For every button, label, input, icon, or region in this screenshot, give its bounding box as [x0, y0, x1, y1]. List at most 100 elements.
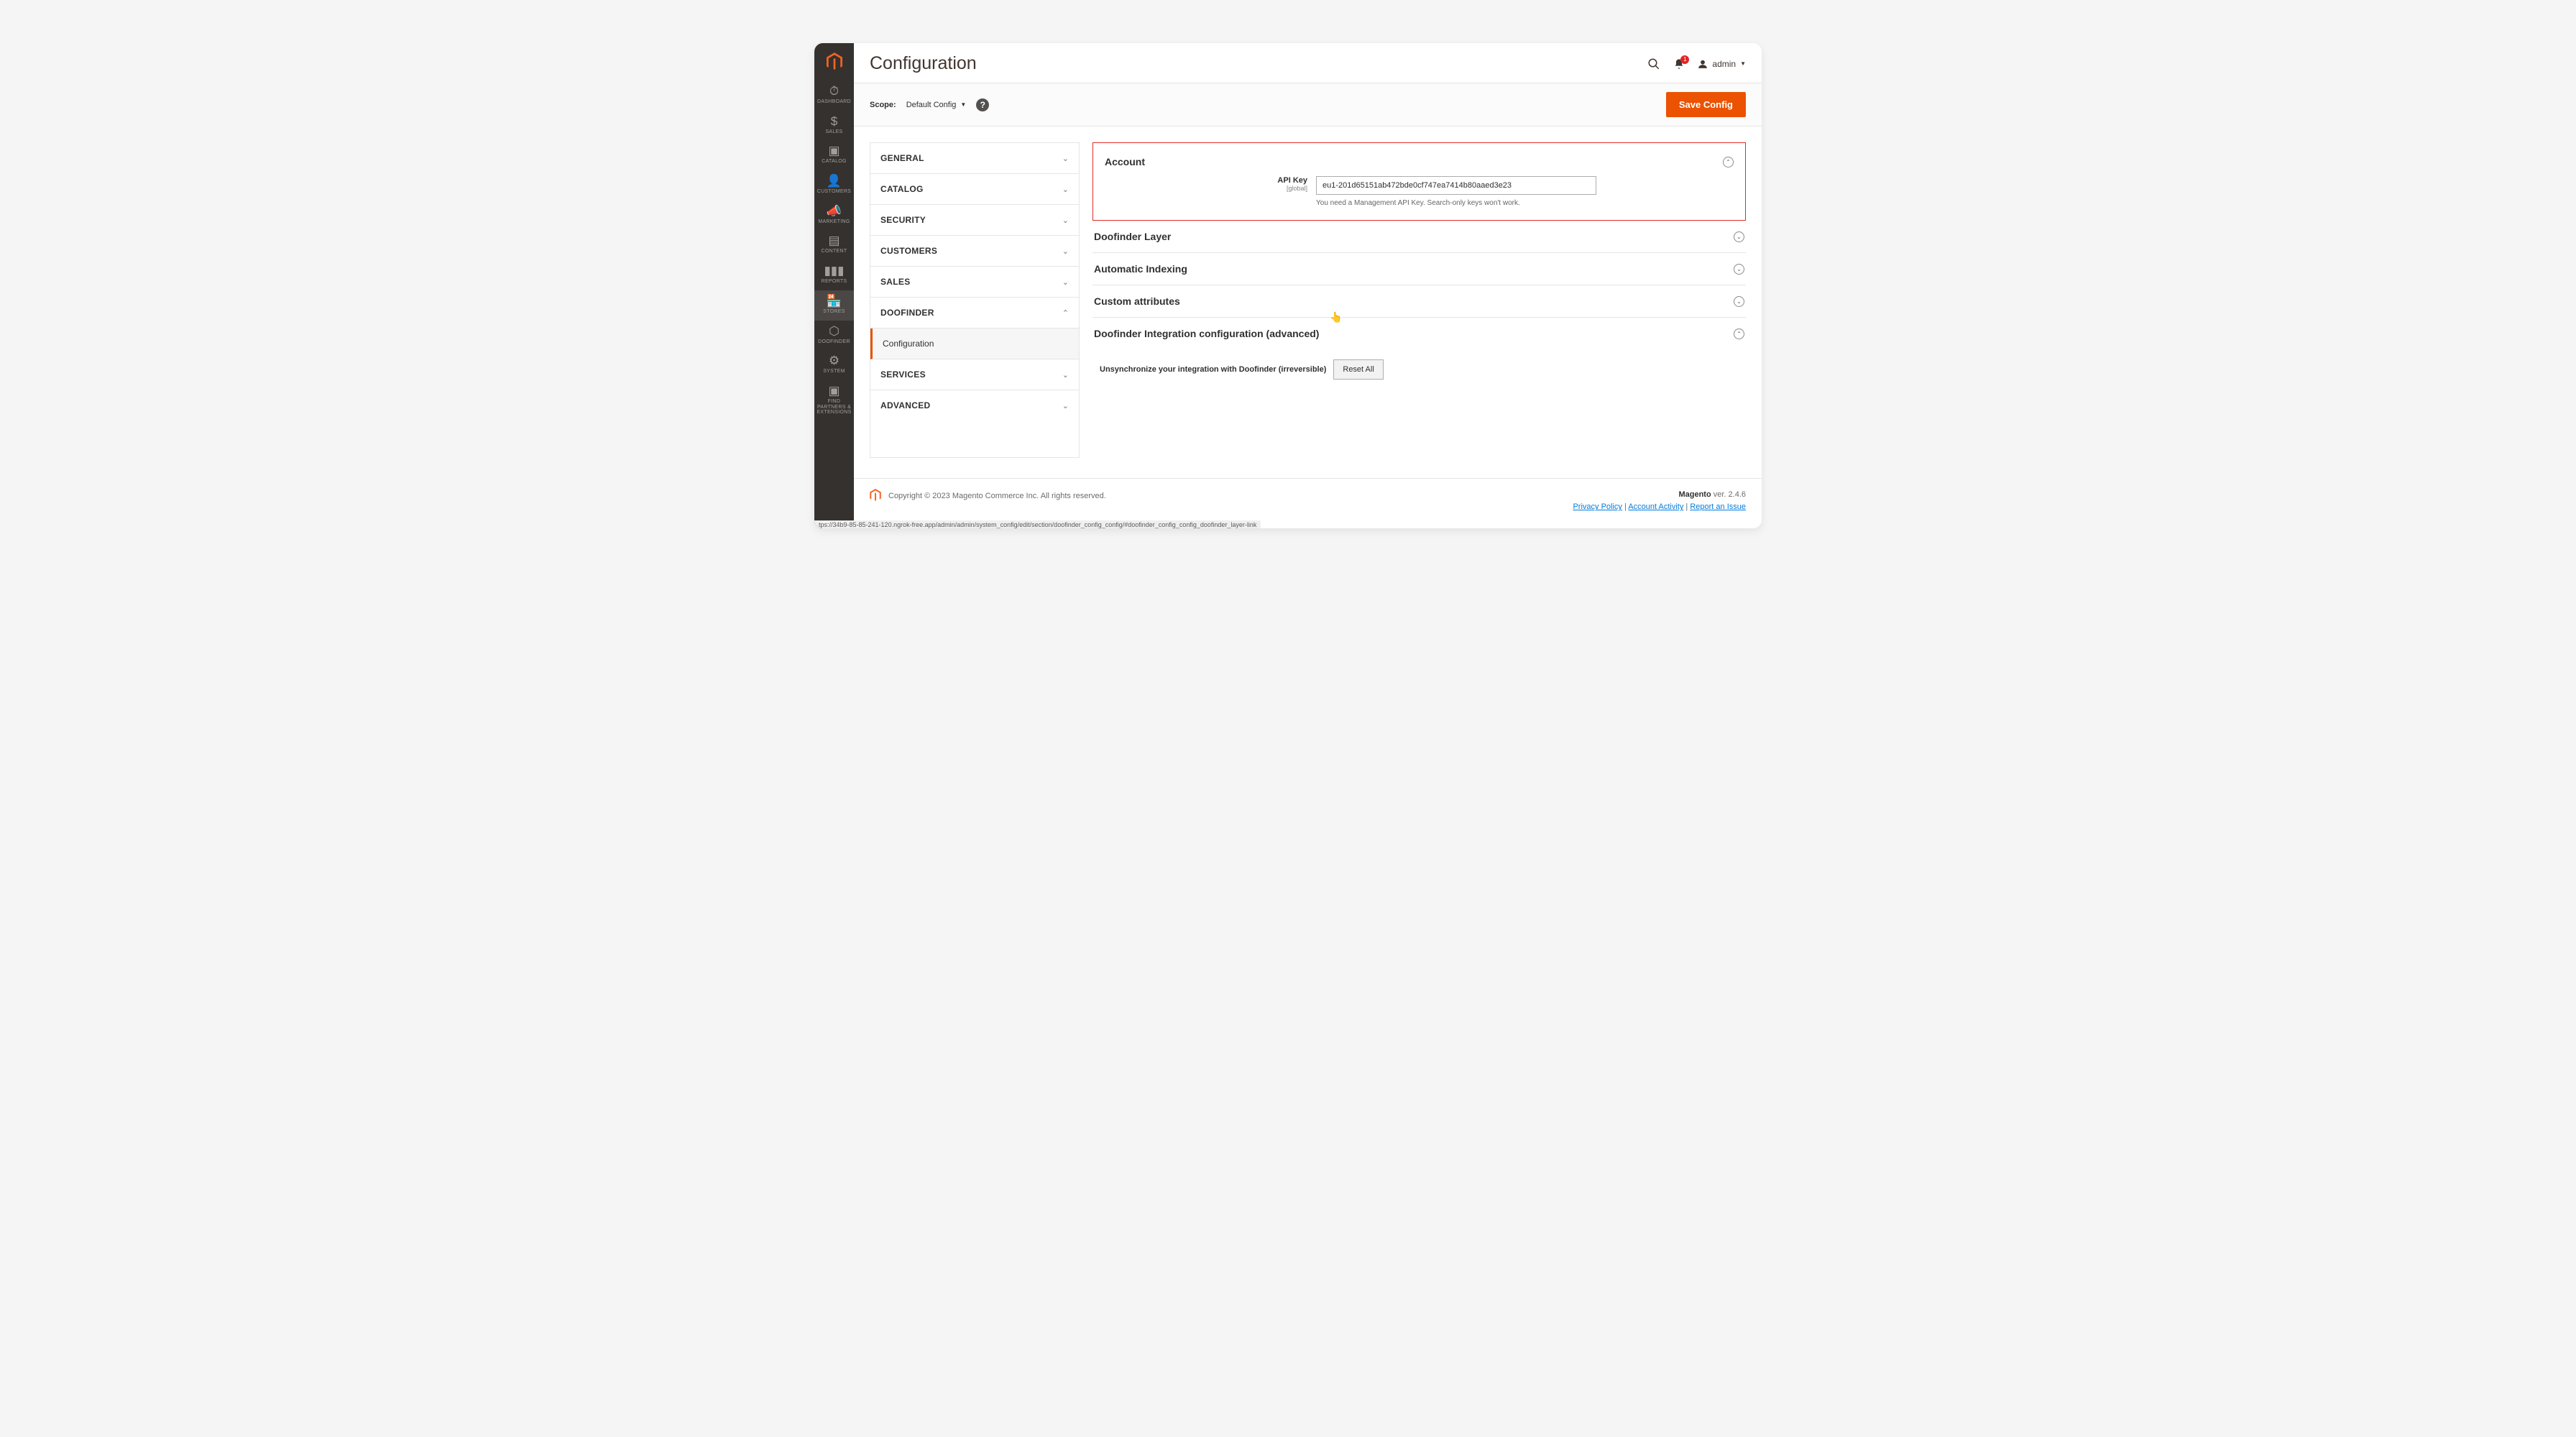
settings-panels: Account ⌃ API Key [global] You need a Ma…: [1092, 142, 1746, 458]
tree-section-label: CUSTOMERS: [880, 246, 937, 256]
sidebar-item-reports[interactable]: ▮▮▮ REPORTS: [814, 260, 854, 290]
api-key-input[interactable]: [1316, 176, 1596, 195]
sidebar-item-stores[interactable]: 🏪 STORES: [814, 290, 854, 321]
advanced-integration-panel-toggle[interactable]: Doofinder Integration configuration (adv…: [1092, 318, 1746, 349]
magento-logo[interactable]: [814, 43, 854, 81]
api-key-label: API Key: [1105, 176, 1307, 185]
account-activity-link[interactable]: Account Activity: [1628, 502, 1683, 511]
sidebar-item-sales[interactable]: $SALES: [814, 111, 854, 141]
chevron-up-icon: ⌃: [1062, 308, 1069, 318]
sidebar-item-customers[interactable]: 👤CUSTOMERS: [814, 170, 854, 201]
chevron-down-icon: ▼: [1740, 60, 1746, 67]
megaphone-icon: 📣: [827, 205, 842, 217]
collapse-up-icon[interactable]: ⌃: [1723, 157, 1734, 167]
admin-user-dropdown[interactable]: admin ▼: [1698, 59, 1746, 69]
automatic-indexing-panel-toggle[interactable]: Automatic Indexing ⌄: [1092, 253, 1746, 285]
chevron-down-icon: ▼: [960, 101, 966, 108]
scope-value: Default Config: [906, 101, 957, 109]
api-key-field-row: API Key [global] You need a Management A…: [1105, 167, 1734, 207]
expand-down-icon: ⌄: [1734, 296, 1744, 307]
admin-sidebar: ⏱ DASHBOARD $SALES ▣ CATALOG 👤CUSTOMERS 📣 M…: [814, 43, 854, 528]
sidebar-item-label: CATALOG: [822, 159, 847, 165]
tree-section-label: DOOFINDER: [880, 308, 934, 318]
reset-all-button[interactable]: Reset All: [1333, 359, 1383, 380]
custom-attributes-panel-toggle[interactable]: Custom attributes ⌄: [1092, 285, 1746, 318]
api-key-help: You need a Management API Key. Search-on…: [1316, 199, 1596, 207]
page-title: Configuration: [870, 53, 977, 74]
search-icon[interactable]: [1647, 58, 1660, 70]
tree-subitem-configuration[interactable]: Configuration: [870, 329, 1079, 359]
person-icon: 👤: [827, 175, 842, 187]
tree-section-advanced[interactable]: ADVANCED⌄: [870, 390, 1079, 421]
chevron-down-icon: ⌄: [1062, 154, 1069, 163]
tree-section-label: SALES: [880, 277, 911, 287]
notifications-icon[interactable]: 1: [1673, 58, 1685, 70]
tree-section-general[interactable]: GENERAL ⌄: [870, 143, 1079, 174]
sidebar-item-label: FIND PARTNERS & EXTENSIONS: [814, 399, 854, 416]
chevron-down-icon: ⌄: [1062, 247, 1069, 256]
config-content: GENERAL ⌄ CATALOG ⌄ SECURITY ⌄ CUSTOMERS ⌄ S…: [854, 127, 1762, 478]
sidebar-item-label: REPORTS: [822, 279, 847, 285]
doofinder-layer-panel-toggle[interactable]: Doofinder Layer ⌄: [1092, 221, 1746, 253]
hexagon-icon: ⬡: [829, 325, 840, 337]
tree-section-label: SECURITY: [880, 215, 926, 225]
account-panel: Account ⌃ API Key [global] You need a Ma…: [1092, 142, 1746, 221]
sidebar-item-system[interactable]: ⚙SYSTEM: [814, 350, 854, 380]
grid-icon: ▣: [828, 385, 840, 397]
scope-help-icon[interactable]: ?: [976, 98, 989, 111]
chevron-down-icon: ⌄: [1062, 401, 1069, 410]
sidebar-item-label: STORES: [823, 309, 845, 315]
panel-title: Custom attributes: [1094, 295, 1180, 307]
sidebar-item-label: CONTENT: [822, 249, 847, 254]
gear-icon: ⚙: [829, 354, 840, 367]
store-icon: 🏪: [827, 295, 842, 307]
scope-bar: Scope: Default Config ▼ ? Save Config: [854, 83, 1762, 127]
tree-section-catalog[interactable]: CATALOG ⌄: [870, 174, 1079, 205]
version-text: Magento ver. 2.4.6: [1573, 489, 1746, 502]
scope-label: Scope:: [870, 101, 896, 109]
expand-down-icon: ⌄: [1734, 264, 1744, 275]
unsync-warning-text: Unsynchronize your integration with Doof…: [1100, 365, 1326, 374]
sidebar-item-label: DASHBOARD: [817, 99, 851, 105]
account-panel-title[interactable]: Account: [1105, 156, 1145, 167]
tree-section-label: CATALOG: [880, 184, 924, 194]
layout-icon: ▤: [828, 234, 840, 247]
chevron-down-icon: ⌄: [1062, 370, 1069, 380]
sidebar-item-label: DOOFINDER: [818, 339, 850, 345]
scope-selector[interactable]: Default Config ▼: [906, 101, 967, 109]
tree-section-doofinder[interactable]: DOOFINDER ⌃: [870, 298, 1079, 329]
sidebar-item-partners[interactable]: ▣ FIND PARTNERS & EXTENSIONS: [814, 380, 854, 421]
privacy-policy-link[interactable]: Privacy Policy: [1573, 502, 1622, 511]
tree-section-security[interactable]: SECURITY ⌄: [870, 205, 1079, 236]
user-icon: [1698, 59, 1708, 69]
sidebar-item-marketing[interactable]: 📣 MARKETING: [814, 201, 854, 231]
tree-section-label: GENERAL: [880, 153, 924, 163]
sidebar-item-dashboard[interactable]: ⏱ DASHBOARD: [814, 81, 854, 111]
box-icon: ▣: [828, 144, 840, 157]
tree-section-services[interactable]: SERVICES ⌄: [870, 359, 1079, 390]
advanced-integration-panel-body: Unsynchronize your integration with Doof…: [1092, 349, 1746, 390]
header-actions: 1 admin ▼: [1647, 58, 1746, 70]
admin-username: admin: [1712, 59, 1736, 69]
chevron-down-icon: ⌄: [1062, 216, 1069, 225]
expand-down-icon: ⌄: [1734, 231, 1744, 242]
gauge-icon: ⏱: [829, 85, 839, 97]
report-issue-link[interactable]: Report an Issue: [1690, 502, 1746, 511]
app-window: ⏱DASHBOARD $SALES ▣CATALOG 👤CUSTOMERS 📣M…: [814, 43, 1762, 528]
sidebar-item-label: MARKETING: [818, 219, 850, 225]
dollar-icon: $: [831, 115, 837, 127]
sidebar-item-content[interactable]: ▤ CONTENT: [814, 230, 854, 260]
chevron-down-icon: ⌄: [1062, 185, 1069, 194]
tree-section-label: SERVICES: [880, 369, 926, 380]
tree-section-customers[interactable]: CUSTOMERS ⌄: [870, 236, 1079, 267]
chevron-down-icon: ⌄: [1062, 277, 1069, 287]
copyright-text: Copyright © 2023 Magento Commerce Inc. A…: [888, 492, 1106, 500]
save-config-button[interactable]: Save Config: [1666, 92, 1746, 117]
tree-section-sales[interactable]: SALES ⌄: [870, 267, 1079, 298]
page-header: Configuration 1 admin ▼: [854, 43, 1762, 83]
notification-badge: 1: [1680, 55, 1689, 64]
bars-icon: ▮▮▮: [824, 265, 844, 277]
sidebar-item-doofinder[interactable]: ⬡ DOOFINDER: [814, 321, 854, 351]
panel-title: Doofinder Integration configuration (adv…: [1094, 328, 1319, 339]
sidebar-item-catalog[interactable]: ▣ CATALOG: [814, 140, 854, 170]
